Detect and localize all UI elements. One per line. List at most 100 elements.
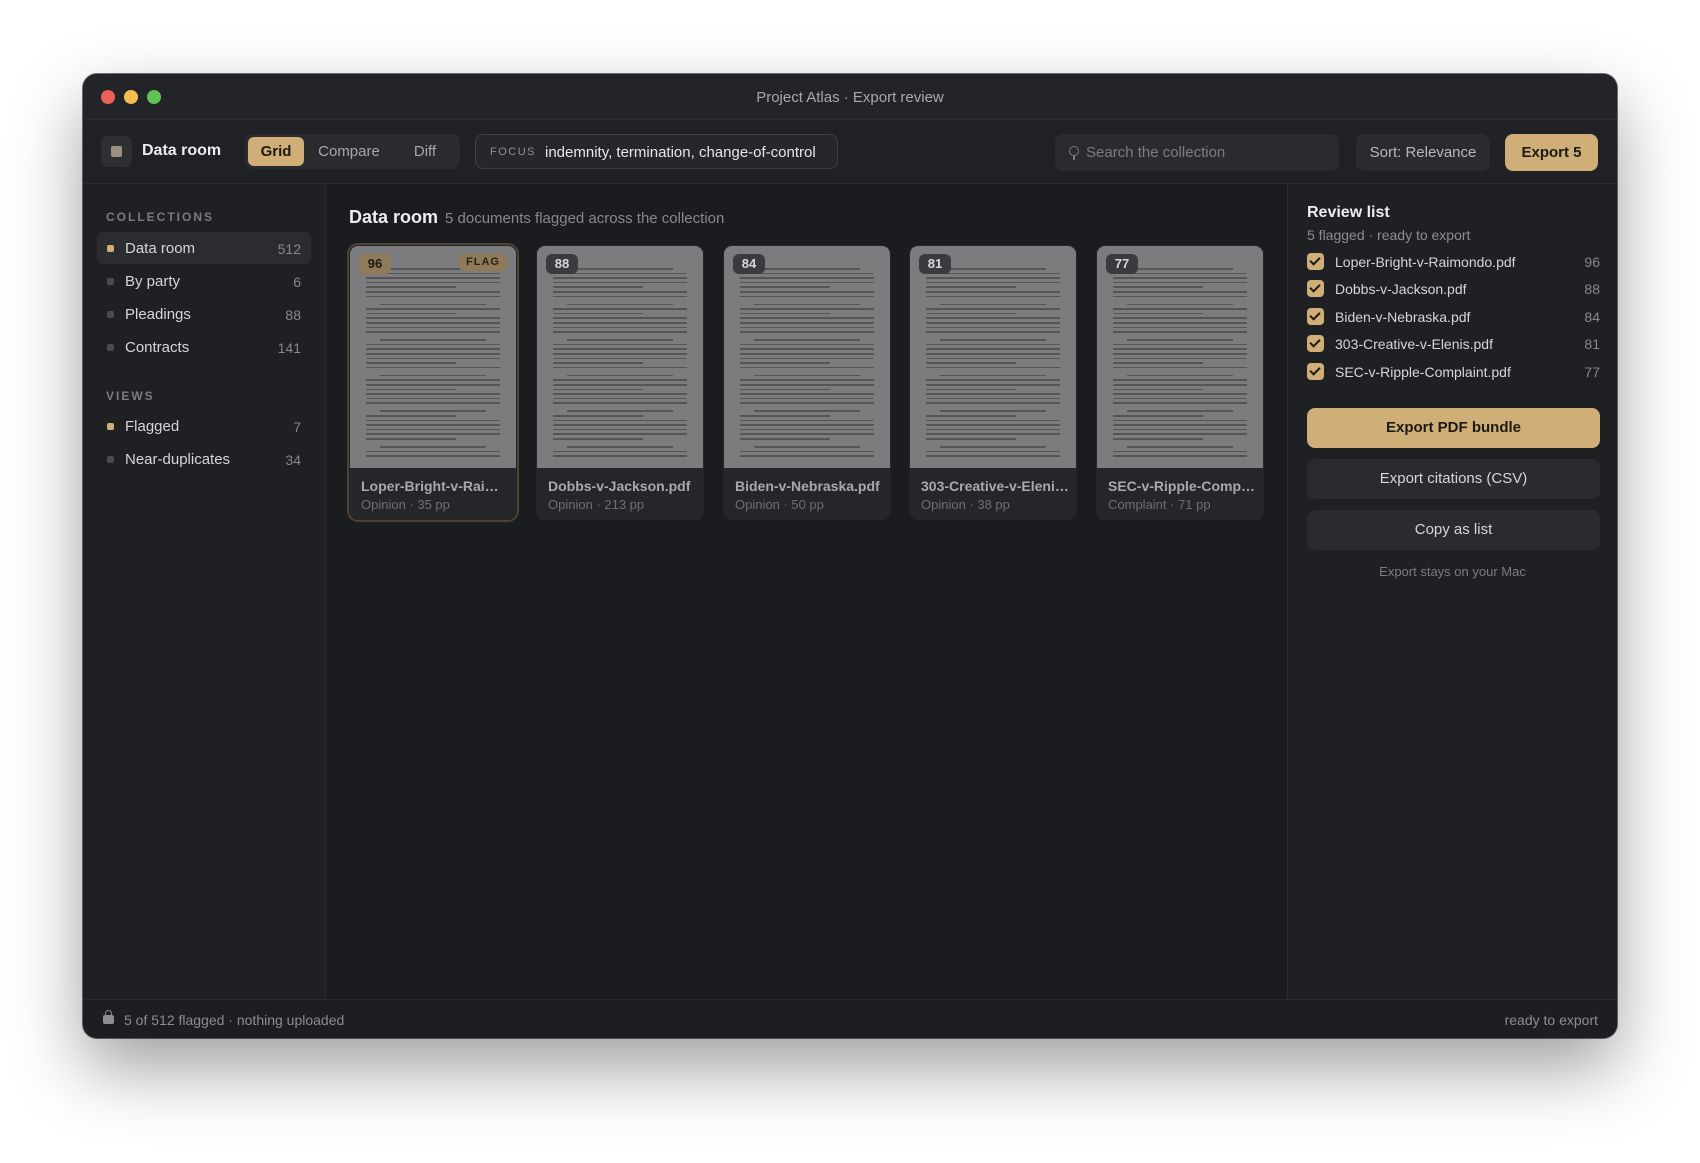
document-meta: Complaint · 71 pp [1108,497,1211,512]
sidebar-item-flagged[interactable]: Flagged 7 [97,410,311,442]
page-text-line [740,438,830,440]
sidebar-item-label: Data room [125,240,196,257]
page-text-line [366,393,500,395]
checkbox-checked-icon[interactable] [1307,280,1324,297]
tab-diff[interactable]: Diff [395,137,455,166]
page-text-line [553,397,687,400]
page-text-line [380,339,486,341]
review-item[interactable]: Loper-Bright-v-Raimondo.pdf 96 [1307,251,1600,273]
page-text-line [1113,388,1203,391]
page-text-line [740,384,874,386]
search-box [1055,134,1339,171]
view-switcher: Grid Compare Diff [245,134,460,169]
document-card[interactable]: 81 303-Creative-v-Elenis.pdf Opinion · 3… [909,245,1077,520]
page-text-line [740,331,874,333]
page-text-line [1127,303,1233,306]
checkbox-checked-icon[interactable] [1307,335,1324,352]
export-citations-csv-button[interactable]: Export citations (CSV) [1307,459,1600,499]
collection-dot-icon [107,311,114,318]
page-text-line [740,322,874,324]
page-text-line [1113,402,1247,404]
review-item[interactable]: Biden-v-Nebraska.pdf 84 [1307,306,1600,328]
page-text-line [366,348,500,350]
page-text-line [366,322,500,324]
tab-compare[interactable]: Compare [308,137,390,166]
page-text-line [366,308,500,310]
page-text-line [1113,353,1247,355]
page-text-line [553,393,687,395]
page-text-line [740,308,874,310]
focus-terms-chip[interactable]: FOCUS indemnity, termination, change-of-… [475,134,838,169]
page-title: Data room [349,207,439,227]
sidebar-item-label: Pleadings [125,306,191,323]
sort-button[interactable]: Sort: Relevance [1356,134,1490,171]
sidebar-item-by-party[interactable]: By party 6 [97,265,311,297]
page-text-line [926,331,1060,333]
review-subtitle: 5 flagged · ready to export [1307,227,1471,243]
page-text-line [1113,312,1203,315]
page-text-line [740,402,874,404]
checkbox-checked-icon[interactable] [1307,363,1324,380]
review-item[interactable]: SEC-v-Ripple-Complaint.pdf 77 [1307,361,1600,383]
page-text-line [366,286,456,288]
review-item[interactable]: 303-Creative-v-Elenis.pdf 81 [1307,333,1600,355]
review-item[interactable]: Dobbs-v-Jackson.pdf 88 [1307,278,1600,300]
page-text-line [740,388,830,391]
document-meta: Opinion · 35 pp [361,497,450,512]
page-text-line [940,410,1046,412]
document-card[interactable]: 88 Dobbs-v-Jackson.pdf Opinion · 213 pp [536,245,704,520]
checkbox-checked-icon[interactable] [1307,253,1324,270]
page-text-line [380,303,486,306]
relevance-score-badge: 84 [733,254,765,274]
tab-grid[interactable]: Grid [248,137,304,166]
document-card[interactable]: 84 Biden-v-Nebraska.pdf Opinion · 50 pp [723,245,891,520]
page-text-line [740,295,874,298]
page-text-line [926,384,1060,386]
page-text-line [1127,339,1233,341]
sidebar-item-data-room[interactable]: Data room 512 [97,232,311,264]
page-text-line [380,446,486,448]
page-text-line [366,295,500,298]
page-text-line [926,281,1060,284]
sidebar-item-count: 34 [285,452,301,468]
document-name: 303-Creative-v-Elenis.pdf [921,478,1071,494]
page-text-line [366,455,500,457]
sidebar-item-near-duplicates[interactable]: Near-duplicates 34 [97,443,311,475]
page-text-line [553,343,687,346]
copy-as-list-button[interactable]: Copy as list [1307,510,1600,550]
page-text-line [366,388,456,391]
search-input[interactable] [1086,134,1326,171]
export-button[interactable]: Export 5 [1505,134,1598,171]
sidebar-item-label: By party [125,273,181,290]
page-text-line [553,379,687,381]
page-text-line [740,312,830,315]
document-name: Biden-v-Nebraska.pdf [735,478,880,494]
document-card[interactable]: 96 FLAG Loper-Bright-v-Raimondo.pdf Opin… [349,245,517,520]
page-text-line [366,357,500,360]
page-text-line [553,353,687,355]
page-text-line [740,366,874,369]
page-text-line [926,317,1060,319]
page-text-line [926,388,1016,391]
page-text-line [1113,291,1247,293]
page-text-line [754,268,860,270]
page-text-line [940,374,1046,377]
page-text-line [366,415,456,417]
main-content: Data room 5 documents flagged across the… [326,184,1287,999]
checkbox-checked-icon[interactable] [1307,308,1324,325]
sidebar-item-count: 6 [293,274,301,290]
export-pdf-bundle-button[interactable]: Export PDF bundle [1307,408,1600,448]
page-text-line [1113,397,1247,400]
page-text-line [926,402,1060,404]
page-text-line [1113,295,1247,298]
sidebar-item-contracts[interactable]: Contracts 141 [97,331,311,363]
sidebar-item-pleadings[interactable]: Pleadings 88 [97,298,311,330]
page-text-line [553,450,687,453]
page-text-line [380,410,486,412]
document-thumbnail [537,246,703,468]
page-text-line [553,424,687,426]
app-grid-icon[interactable] [101,136,132,167]
page-text-line [1113,317,1247,319]
document-card[interactable]: 77 SEC-v-Ripple-Complaint.pdf Complaint … [1096,245,1264,520]
view-dot-icon [107,456,114,463]
